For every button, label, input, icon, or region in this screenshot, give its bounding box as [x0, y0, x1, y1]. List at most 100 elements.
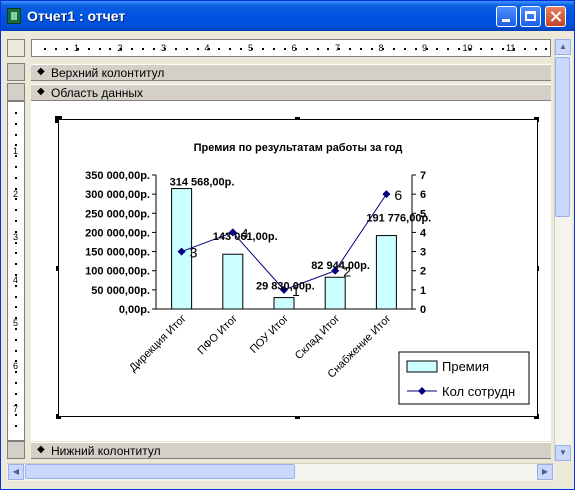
detail-label: Область данных	[51, 86, 143, 100]
ruler-tick	[142, 48, 145, 50]
line-value-label: 6	[394, 187, 402, 203]
right-tick-label: 0	[420, 304, 426, 316]
ruler-tick	[15, 176, 17, 179]
ruler-number: 6	[13, 361, 19, 371]
ruler-tick	[458, 48, 461, 50]
ruler-tick	[15, 295, 17, 298]
ruler-tick	[15, 284, 17, 287]
ruler-tick	[163, 48, 166, 50]
left-tick-label: 150 000,00р.	[85, 247, 150, 259]
ruler-number: 3	[13, 232, 19, 242]
right-tick-label: 6	[420, 189, 426, 201]
ruler-tick	[54, 48, 57, 50]
ruler-tick	[15, 155, 17, 158]
bar	[222, 253, 244, 310]
bar-value-label: 314 568,00р.	[170, 177, 235, 189]
ruler-tick	[120, 48, 123, 50]
page-header-label: Верхний колонтитул	[51, 66, 165, 80]
ruler-tick	[15, 166, 17, 168]
ruler-tick	[15, 230, 17, 233]
chart-title: Премия по результатам работы за год	[194, 142, 403, 154]
ruler-corner[interactable]	[7, 39, 25, 57]
detail-selector[interactable]	[7, 83, 25, 101]
legend-bar-swatch	[406, 360, 438, 373]
chart-svg: Премия по результатам работы за год 0,00р…	[85, 142, 530, 405]
ruler-tick	[294, 48, 297, 50]
ruler-tick	[425, 48, 428, 50]
ruler-tick	[15, 317, 17, 320]
ruler-tick	[218, 48, 221, 50]
right-tick-label: 2	[420, 266, 426, 278]
vertical-scroll-thumb[interactable]	[555, 57, 570, 217]
vertical-ruler: 1234567	[7, 101, 25, 441]
ruler-tick	[15, 425, 17, 428]
page-header-selector[interactable]	[7, 63, 25, 81]
ruler-tick	[44, 48, 46, 50]
bar	[273, 297, 295, 310]
ruler-tick	[15, 133, 17, 136]
ruler-tick	[153, 48, 155, 50]
ruler-tick	[403, 48, 406, 50]
ruler-tick	[15, 403, 17, 406]
ruler-tick	[109, 48, 112, 50]
left-tick-label: 100 000,00р.	[85, 266, 150, 278]
bar	[324, 276, 346, 310]
report-window: Отчет1 : отчет 1234567891011 ◆ Верхний к…	[0, 0, 575, 490]
scroll-right-button[interactable]: ▶	[537, 464, 553, 480]
bar-value-label: 29 830,00р.	[256, 281, 315, 293]
ruler-tick	[283, 48, 286, 50]
ruler-tick	[360, 48, 363, 50]
legend-line-label: Кол сотрудн	[442, 384, 515, 399]
scroll-left-button[interactable]: ◀	[8, 464, 24, 480]
ruler-tick	[131, 48, 134, 50]
ruler-number: 5	[13, 318, 19, 328]
ruler-tick	[15, 338, 17, 341]
ruler-tick	[15, 209, 17, 212]
scroll-up-button[interactable]: ▲	[555, 39, 571, 55]
section-arrow-icon: ◆	[37, 444, 45, 455]
left-tick-label: 50 000,00р.	[91, 285, 150, 297]
line-marker	[382, 190, 391, 199]
page-header-band[interactable]: ◆ Верхний колонтитул	[31, 64, 551, 81]
ruler-tick	[15, 274, 17, 276]
ruler-tick	[15, 349, 17, 352]
bar-value-label: 191 776,00р.	[366, 213, 431, 225]
chart-object[interactable]: Премия по результатам работы за год 0,00р…	[58, 119, 538, 417]
ruler-tick	[76, 48, 79, 50]
ruler-tick	[15, 112, 17, 114]
ruler-tick	[523, 48, 526, 50]
category-label: ПОУ Итог	[248, 313, 291, 356]
scroll-down-button[interactable]: ▼	[555, 445, 571, 461]
horizontal-scroll-thumb[interactable]	[25, 464, 295, 479]
ruler-tick	[545, 48, 548, 50]
ruler-tick	[65, 48, 68, 50]
ruler-tick	[371, 48, 373, 50]
ruler-tick	[15, 220, 17, 222]
page-footer-selector[interactable]	[7, 441, 25, 459]
ruler-tick	[15, 252, 17, 255]
detail-band[interactable]: ◆ Область данных	[31, 84, 551, 101]
ruler-tick	[15, 371, 17, 374]
ruler-tick	[15, 122, 17, 125]
ruler-tick	[15, 263, 17, 266]
section-arrow-icon: ◆	[37, 86, 45, 97]
left-tick-label: 0,00р.	[119, 304, 150, 316]
left-tick-label: 350 000,00р.	[85, 170, 150, 182]
maximize-button[interactable]	[520, 6, 541, 27]
title-bar[interactable]: Отчет1 : отчет	[1, 1, 574, 31]
right-tick-label: 3	[420, 247, 426, 259]
category-label: Склад Итог	[293, 313, 342, 362]
horizontal-ruler: 1234567891011	[31, 39, 559, 57]
ruler-tick	[15, 241, 17, 244]
legend-bar-label: Премия	[442, 359, 489, 374]
report-icon	[7, 8, 21, 24]
category-label: Дирекция Итог	[127, 313, 189, 375]
ruler-tick	[501, 48, 504, 50]
page-footer-band[interactable]: ◆ Нижний колонтитул	[31, 442, 551, 459]
minimize-button[interactable]	[496, 6, 517, 27]
close-button[interactable]	[545, 6, 566, 27]
ruler-tick	[262, 48, 264, 50]
ruler-tick	[15, 414, 17, 417]
ruler-tick	[240, 48, 243, 50]
right-tick-label: 4	[420, 227, 427, 239]
